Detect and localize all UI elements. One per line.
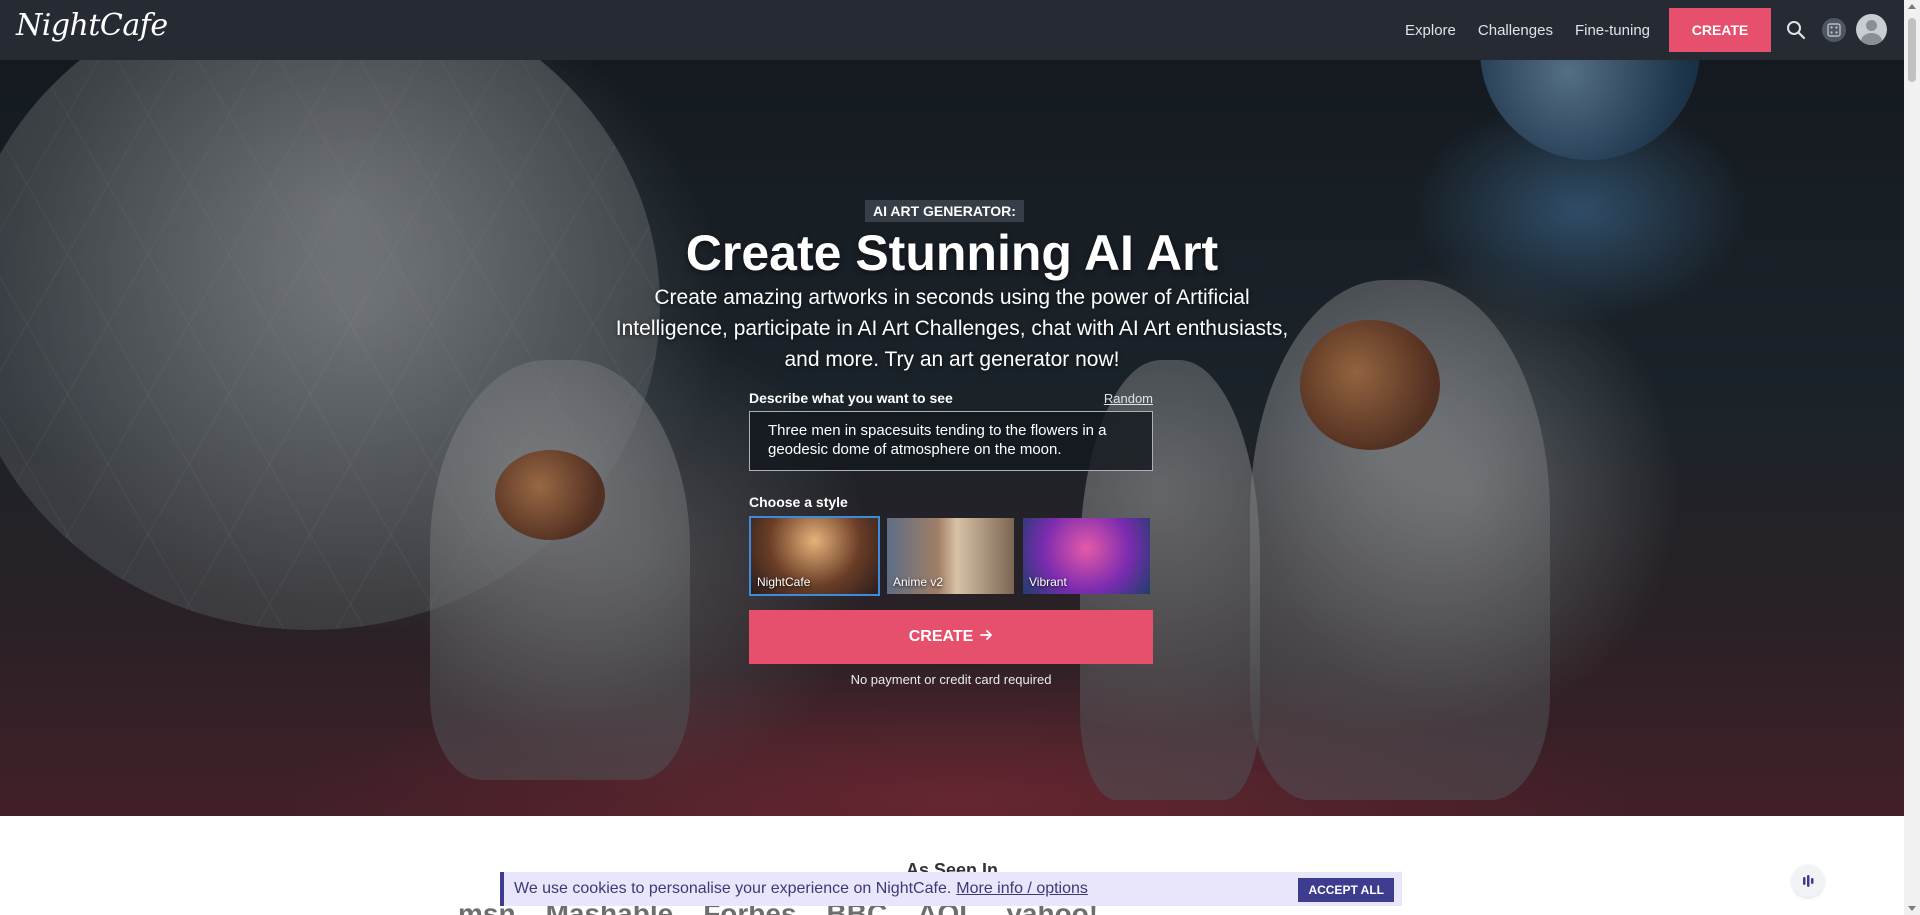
audio-bars-icon	[1803, 875, 1814, 887]
style-name: NightCafe	[757, 575, 811, 589]
nav-link-fine-tuning[interactable]: Fine-tuning	[1575, 22, 1650, 39]
cookie-more-info-link[interactable]: More info / options	[956, 880, 1088, 898]
random-prompt-link[interactable]: Random	[1104, 391, 1153, 406]
scroll-up-icon[interactable]	[1908, 4, 1916, 9]
style-option-vibrant[interactable]: Vibrant	[1021, 516, 1152, 596]
dice-icon[interactable]	[1819, 15, 1849, 45]
create-button-label: CREATE	[908, 628, 974, 645]
hero-title: Create Stunning AI Art	[685, 225, 1219, 281]
nav-links: Explore Challenges Fine-tuning	[1405, 0, 1650, 60]
scroll-down-icon[interactable]	[1908, 906, 1916, 911]
style-option-nightcafe[interactable]: NightCafe	[749, 516, 880, 596]
nav-link-explore[interactable]: Explore	[1405, 22, 1456, 39]
style-option-anime-v2[interactable]: Anime v2	[885, 516, 1016, 596]
nav-link-challenges[interactable]: Challenges	[1478, 22, 1553, 39]
prompt-input[interactable]: Three men in spacesuits tending to the f…	[749, 411, 1153, 471]
create-form: Describe what you want to see Random Thr…	[749, 390, 1153, 687]
prompt-label: Describe what you want to see	[749, 390, 953, 406]
assistant-button[interactable]	[1792, 865, 1824, 897]
hero-section: AI ART GENERATOR: Create Stunning AI Art…	[0, 60, 1904, 816]
hero-description: Create amazing artworks in seconds using…	[615, 286, 1289, 371]
style-picker: NightCafe Anime v2 Vibrant	[749, 516, 1153, 596]
style-name: Anime v2	[893, 575, 944, 589]
top-navigation: NightCafe Explore Challenges Fine-tuning…	[0, 0, 1904, 60]
search-icon[interactable]	[1781, 15, 1811, 45]
create-button[interactable]: CREATE	[749, 610, 1153, 664]
style-label: Choose a style	[749, 494, 848, 510]
scroll-thumb[interactable]	[1908, 18, 1916, 82]
cookie-banner: We use cookies to personalise your exper…	[500, 872, 1402, 906]
cookie-text: We use cookies to personalise your exper…	[514, 880, 952, 897]
style-name: Vibrant	[1029, 575, 1067, 589]
nightcafe-logo[interactable]: NightCafe	[16, 8, 168, 43]
hero-badge: AI ART GENERATOR:	[865, 200, 1024, 222]
no-payment-note: No payment or credit card required	[850, 672, 1052, 687]
nav-create-button[interactable]: CREATE	[1669, 8, 1771, 52]
user-avatar[interactable]	[1856, 14, 1887, 45]
page-scrollbar[interactable]	[1904, 0, 1920, 915]
accept-all-button[interactable]: ACCEPT ALL	[1298, 878, 1394, 902]
arrow-right-icon	[979, 628, 993, 647]
